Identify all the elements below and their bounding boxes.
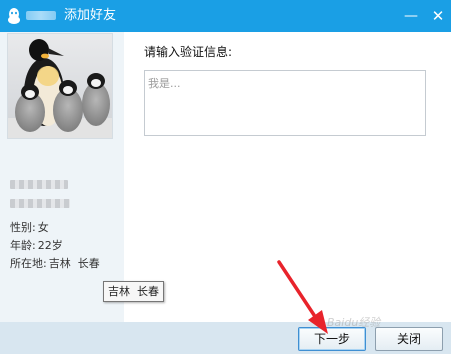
location-label: 所在地: <box>10 257 47 270</box>
penguin-photo <box>8 34 112 138</box>
location-tooltip: 吉林 长春 <box>103 281 164 302</box>
location-value: 吉林 长春 <box>48 257 100 270</box>
verification-message-input[interactable] <box>144 70 426 136</box>
title-bar: 添加好友 — ✕ <box>0 0 451 32</box>
minimize-icon[interactable]: — <box>401 6 421 26</box>
age-value: 22岁 <box>37 239 63 252</box>
qq-number-blurred <box>10 199 70 208</box>
close-button[interactable]: 关闭 <box>375 327 443 351</box>
age-row: 年龄: 22岁 <box>10 239 63 252</box>
gender-label: 性别: <box>10 221 36 234</box>
next-step-button[interactable]: 下一步 <box>298 327 366 351</box>
gender-row: 性别: 女 <box>10 221 49 234</box>
location-row: 所在地: 吉林 长春 <box>10 257 100 270</box>
qq-penguin-icon <box>8 8 20 24</box>
verify-prompt: 请输入验证信息: <box>144 45 233 59</box>
nickname-blurred <box>10 180 68 189</box>
close-icon[interactable]: ✕ <box>428 6 448 26</box>
account-name-blurred <box>26 11 56 20</box>
gender-value: 女 <box>37 221 49 234</box>
window-title: 添加好友 <box>64 8 117 23</box>
avatar[interactable] <box>7 33 113 139</box>
age-label: 年龄: <box>10 239 36 252</box>
